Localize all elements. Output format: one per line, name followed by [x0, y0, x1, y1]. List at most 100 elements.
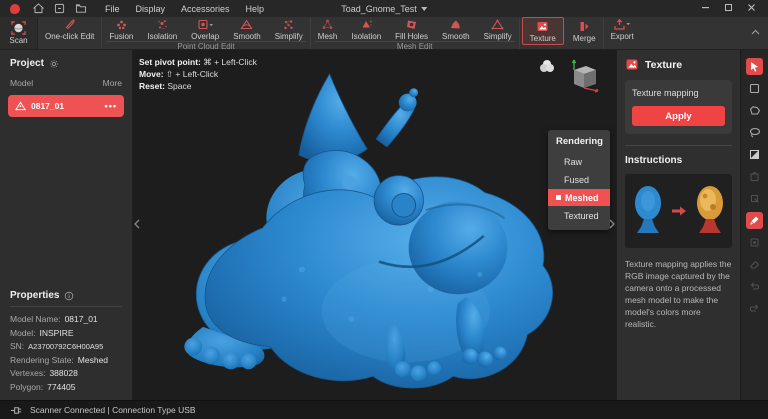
- simplify-icon: [284, 20, 293, 30]
- pc-smooth-button[interactable]: Smooth: [226, 17, 268, 41]
- app-logo-icon: [10, 3, 20, 14]
- rectangle-select-button[interactable]: [746, 80, 763, 97]
- property-row: SN: A23700792C6H00A95: [10, 341, 104, 351]
- document-title[interactable]: Toad_Gnome_Test: [341, 4, 427, 14]
- viewport-hints: Set pivot point: ⌘ + Left-Click Move: ⇧ …: [139, 57, 257, 91]
- export-group: Export: [604, 17, 641, 49]
- texture-icon: [626, 59, 638, 70]
- rendering-option-fused[interactable]: Fused: [548, 171, 610, 188]
- mesh-simplify-button[interactable]: Simplify: [477, 17, 519, 41]
- collapse-right-panel-button[interactable]: [609, 216, 615, 234]
- light-sphere-icon[interactable]: [538, 58, 556, 74]
- arrow-right-icon: [671, 206, 686, 216]
- model-item-more-button[interactable]: •••: [105, 101, 117, 111]
- properties-section: Properties Model Name: 0817_01 Model: INSP…: [0, 290, 132, 394]
- redo-icon: [749, 304, 759, 312]
- more-button[interactable]: More: [103, 78, 122, 88]
- menu-accessories[interactable]: Accessories: [181, 4, 230, 14]
- select-tool-button[interactable]: [746, 58, 763, 75]
- menu-display[interactable]: Display: [136, 4, 166, 14]
- collapse-toolbar-button[interactable]: [748, 25, 762, 39]
- chevron-down-icon: [209, 24, 213, 27]
- overlap-button[interactable]: Overlap: [184, 17, 226, 41]
- selected-bullet-icon: [556, 195, 561, 200]
- apply-button[interactable]: Apply: [632, 106, 725, 126]
- fusion-button[interactable]: Fusion: [102, 17, 140, 41]
- navigation-cube[interactable]: [566, 58, 602, 94]
- chevron-up-icon: [751, 29, 759, 35]
- scan-button[interactable]: Scan: [0, 17, 38, 49]
- new-project-icon[interactable]: [53, 2, 66, 15]
- export-button[interactable]: Export: [604, 17, 641, 41]
- crop-icon: [751, 195, 759, 203]
- properties-title: Properties: [10, 290, 60, 301]
- rendering-panel: Rendering Raw Fused Meshed Textured: [548, 130, 610, 230]
- window-controls: [701, 3, 762, 14]
- lasso-select-button[interactable]: [746, 124, 763, 141]
- scan-label: Scan: [9, 36, 28, 45]
- chevron-down-icon: [420, 6, 427, 11]
- textured-model-thumbnail: [696, 186, 723, 233]
- menu-help[interactable]: Help: [246, 4, 265, 14]
- rendering-option-textured[interactable]: Textured: [548, 207, 610, 224]
- chevron-down-icon: [626, 23, 631, 26]
- ribbon-toolbar: Scan One-click Edit Fusion Isolation Ove…: [0, 17, 768, 51]
- gear-icon[interactable]: [49, 59, 59, 69]
- texture-panel-title: Texture: [645, 58, 683, 71]
- mesh-model-icon: [15, 101, 26, 111]
- eraser-tool-button: [746, 256, 763, 273]
- mesh-isolation-icon: [362, 20, 372, 28]
- selection-tool-strip: [740, 50, 768, 400]
- scan-icon: [11, 21, 26, 35]
- invert-select-icon: [750, 150, 759, 159]
- model-list-item[interactable]: 0817_01 •••: [8, 95, 124, 117]
- invert-select-button[interactable]: [746, 146, 763, 163]
- mesh-isolation-button[interactable]: Isolation: [344, 17, 388, 41]
- polygon-select-icon: [749, 106, 760, 115]
- mesh-smooth-button[interactable]: Smooth: [435, 17, 477, 41]
- delete-selection-button: [746, 168, 763, 185]
- instructions-description: Texture mapping applies the RGB image ca…: [625, 259, 732, 329]
- rendering-option-meshed[interactable]: Meshed: [548, 189, 610, 206]
- home-icon[interactable]: [32, 2, 45, 15]
- pc-isolation-button[interactable]: Isolation: [140, 17, 184, 41]
- smooth-icon: [240, 19, 253, 30]
- pc-simplify-button[interactable]: Simplify: [268, 17, 310, 41]
- cursor-icon: [751, 62, 758, 72]
- texture-icon: [537, 22, 548, 31]
- open-folder-icon[interactable]: [74, 2, 87, 15]
- menu-file[interactable]: File: [105, 4, 120, 14]
- one-click-edit-button[interactable]: One-click Edit: [38, 17, 101, 41]
- info-icon[interactable]: [64, 291, 74, 301]
- status-bar: Scanner Connected | Connection Type USB: [0, 400, 768, 419]
- property-row: Model: INSPIRE: [10, 327, 74, 338]
- model-3d-toad-gnome[interactable]: [171, 62, 591, 398]
- mesh-edit-group: Mesh Isolation Fill Holes Smooth Simplif…: [311, 17, 520, 51]
- texture-button[interactable]: Texture: [521, 17, 564, 45]
- fill-holes-icon: [407, 20, 417, 29]
- mesh-button[interactable]: Mesh: [311, 17, 345, 41]
- fill-holes-button[interactable]: Fill Holes: [388, 17, 435, 41]
- merge-icon: [580, 22, 589, 31]
- collapse-left-panel-button[interactable]: [134, 216, 140, 234]
- polygon-select-button[interactable]: [746, 102, 763, 119]
- mesh-smooth-icon: [451, 20, 461, 29]
- minimize-button[interactable]: [701, 3, 710, 14]
- close-button[interactable]: [747, 3, 756, 14]
- merge-button[interactable]: Merge: [566, 17, 603, 45]
- property-row: Polygon: 774405: [10, 381, 76, 392]
- viewport-3d[interactable]: Set pivot point: ⌘ + Left-Click Move: ⇧ …: [133, 50, 616, 400]
- texture-brush-button[interactable]: [746, 212, 763, 229]
- fill-tool-button: [746, 234, 763, 251]
- rendering-option-raw[interactable]: Raw: [548, 153, 610, 170]
- maximize-button[interactable]: [724, 3, 733, 14]
- status-text: Scanner Connected | Connection Type USB: [30, 405, 196, 415]
- fill-icon: [750, 238, 759, 247]
- edit-group: One-click Edit: [38, 17, 103, 49]
- eraser-icon: [749, 260, 760, 269]
- one-click-edit-icon: [65, 19, 76, 30]
- undo-icon: [750, 282, 760, 290]
- property-row: Model Name: 0817_01: [10, 314, 98, 324]
- instructions-title: Instructions: [625, 155, 683, 166]
- crop-tool-button: [746, 190, 763, 207]
